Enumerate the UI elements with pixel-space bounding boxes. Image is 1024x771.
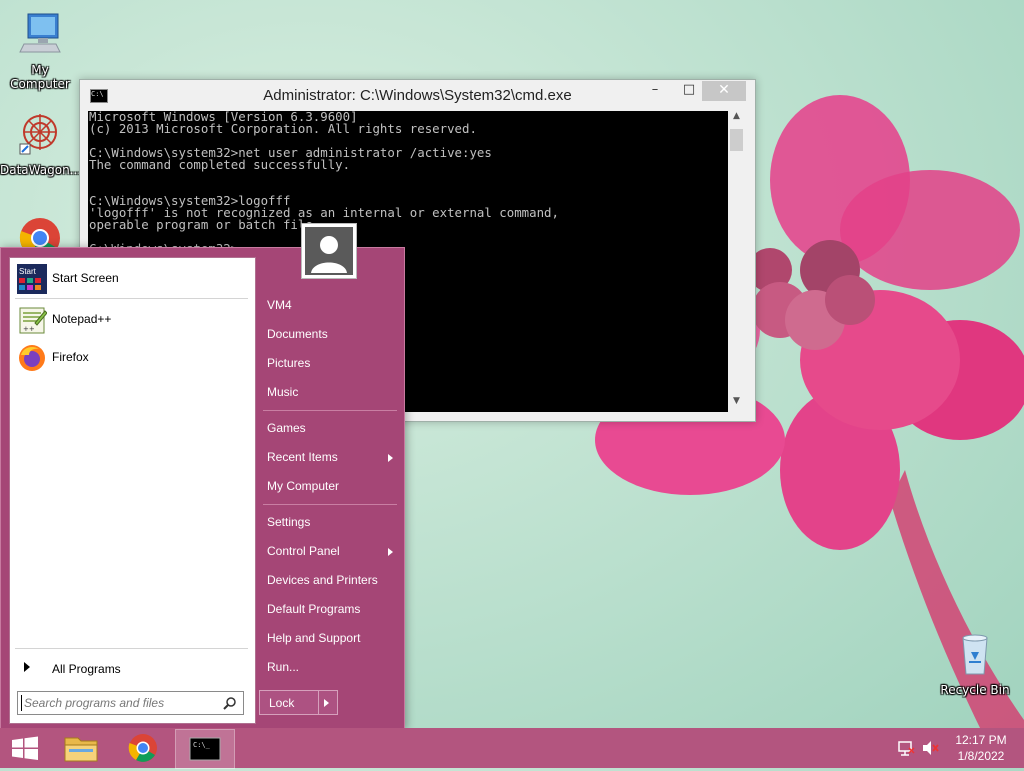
start-link-music[interactable]: Music	[263, 380, 395, 404]
clock-time: 12:17 PM	[955, 733, 1007, 747]
pinned-label: Notepad++	[52, 312, 112, 326]
start-link-label: Control Panel	[267, 544, 340, 558]
lock-divider	[318, 691, 319, 714]
desktop-icon-label: Recycle Bin	[940, 683, 1010, 697]
clock-date: 1/8/2022	[957, 749, 1005, 763]
start-link-games[interactable]: Games	[263, 416, 395, 440]
datawagon-icon	[19, 114, 57, 155]
chevron-right-icon	[24, 662, 30, 672]
start-link-label: VM4	[267, 298, 292, 312]
start-link-label: Music	[267, 385, 299, 399]
desktop-icon-my-computer[interactable]: My Computer	[0, 10, 80, 91]
start-link-label: Settings	[267, 515, 311, 529]
desktop-icon-recycle-bin[interactable]: Recycle Bin	[935, 630, 1015, 697]
start-tile-text: Start	[19, 267, 37, 276]
taskbar: C:\_ 12:17 PM 1/8/2022	[0, 728, 1024, 769]
lock-options-arrow-icon[interactable]	[324, 699, 329, 707]
start-link-label: Documents	[267, 327, 328, 341]
user-icon	[305, 227, 353, 275]
desktop-icon-label: My Computer	[10, 63, 70, 91]
taskbar-chrome[interactable]	[114, 729, 172, 767]
desktop-icon-label: DataWagon...	[0, 163, 82, 177]
pinned-notepadpp[interactable]: ++ Notepad++	[15, 304, 249, 336]
start-link-documents[interactable]: Documents	[263, 322, 395, 346]
start-menu-separator	[15, 648, 248, 649]
console-line: The command completed successfully.	[89, 157, 351, 172]
svg-text:C:\_: C:\_	[193, 741, 211, 749]
recycle-bin-icon	[962, 634, 988, 675]
scroll-thumb[interactable]	[730, 129, 743, 151]
user-avatar[interactable]	[301, 223, 357, 279]
start-link-label: Devices and Printers	[267, 573, 378, 587]
start-link-label: Help and Support	[267, 631, 361, 645]
svg-text:++: ++	[23, 325, 35, 333]
start-link-label: My Computer	[267, 479, 340, 493]
start-menu-separator	[15, 298, 248, 299]
taskbar-clock[interactable]: 12:17 PM 1/8/2022	[948, 732, 1014, 764]
search-placeholder: Search programs and files	[24, 696, 165, 710]
start-link-label: Games	[267, 421, 306, 435]
chrome-icon	[128, 734, 157, 762]
windows-start-icon	[12, 736, 38, 760]
notepadpp-icon: ++	[19, 307, 47, 334]
pinned-label: Start Screen	[52, 271, 119, 285]
start-screen-icon: Start	[17, 264, 47, 294]
start-link-recent-items[interactable]: Recent Items	[263, 445, 395, 469]
text-caret	[21, 695, 22, 711]
file-explorer-icon	[64, 737, 98, 762]
start-menu-separator	[263, 504, 397, 505]
lock-label: Lock	[269, 696, 295, 710]
start-menu-programs-pane: Start Start Screen ++ Notepad++ Firefox	[9, 257, 256, 724]
all-programs-button[interactable]: All Programs	[15, 656, 249, 680]
search-icon[interactable]	[223, 696, 237, 710]
start-link-pictures[interactable]: Pictures	[263, 351, 395, 375]
start-link-control-panel[interactable]: Control Panel	[263, 539, 395, 563]
start-link-devices-and-printers[interactable]: Devices and Printers	[263, 568, 395, 592]
cmd-scrollbar[interactable]: ▲ ▼	[728, 111, 745, 412]
network-icon[interactable]	[896, 728, 916, 768]
cmd-icon: C:\_	[189, 737, 221, 761]
console-line: operable program or batch file.	[89, 217, 321, 232]
taskbar-file-explorer[interactable]	[52, 729, 110, 767]
start-button[interactable]	[0, 729, 50, 767]
submenu-arrow-icon	[388, 454, 393, 462]
desktop-icon-datawagon[interactable]: DataWagon...	[0, 110, 82, 177]
maximize-button[interactable]: □	[676, 81, 702, 101]
pinned-firefox[interactable]: Firefox	[15, 342, 249, 374]
console-line: (c) 2013 Microsoft Corporation. All righ…	[89, 121, 477, 136]
submenu-arrow-icon	[388, 548, 393, 556]
firefox-icon	[19, 345, 45, 371]
start-link-label: Default Programs	[267, 602, 361, 616]
volume-muted-icon[interactable]	[920, 728, 940, 768]
start-menu-separator	[263, 410, 397, 411]
taskbar-cmd[interactable]: C:\_	[175, 729, 235, 769]
start-search-input[interactable]: Search programs and files	[17, 691, 244, 715]
lock-button[interactable]: Lock	[259, 690, 338, 715]
cmd-titlebar[interactable]: C:\ Administrator: C:\Windows\System32\c…	[80, 80, 755, 111]
close-button[interactable]: ✕	[702, 81, 746, 101]
scroll-up-icon[interactable]: ▲	[728, 111, 745, 127]
pinned-label: Firefox	[52, 350, 89, 364]
start-link-vm4[interactable]: VM4	[263, 293, 395, 317]
start-link-my-computer[interactable]: My Computer	[263, 474, 395, 498]
console-line	[88, 171, 728, 183]
computer-icon	[19, 13, 61, 53]
start-link-settings[interactable]: Settings	[263, 510, 395, 534]
start-menu: Start Start Screen ++ Notepad++ Firefox	[0, 223, 405, 730]
start-link-run[interactable]: Run...	[263, 655, 395, 679]
start-link-help-and-support[interactable]: Help and Support	[263, 626, 395, 650]
pinned-start-screen[interactable]: Start Start Screen	[15, 263, 249, 295]
start-link-label: Pictures	[267, 356, 311, 370]
minimize-button[interactable]: –	[642, 81, 668, 101]
all-programs-label: All Programs	[52, 662, 121, 676]
start-link-default-programs[interactable]: Default Programs	[263, 597, 395, 621]
start-link-label: Run...	[267, 660, 300, 674]
start-link-label: Recent Items	[267, 450, 338, 464]
scroll-down-icon[interactable]: ▼	[728, 396, 745, 412]
